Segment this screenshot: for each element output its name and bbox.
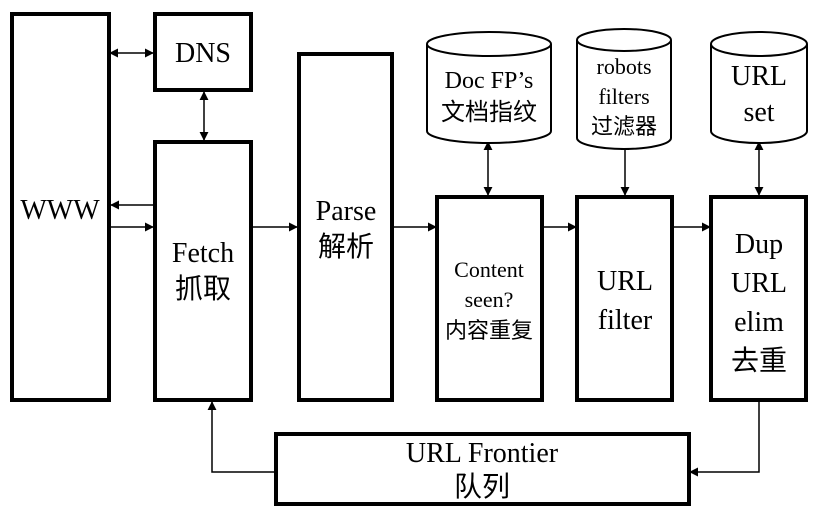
dup-url-elim-label-3: elim — [734, 307, 784, 338]
dup-to-frontier-arrow — [689, 402, 760, 477]
fetch-label-cn: 抓取 — [175, 273, 231, 305]
www-label: WWW — [20, 195, 100, 226]
dup-url-elim-box: Dup URL elim 去重 — [709, 195, 808, 402]
parse-box: Parse 解析 — [297, 52, 394, 402]
content-seen-label: Content — [454, 257, 524, 282]
www-box: WWW — [10, 12, 111, 402]
url-set-label: URL — [731, 61, 787, 92]
content-seen-box: Content seen? 内容重复 — [435, 195, 544, 402]
dup-url-elim-label-2: URL — [731, 268, 787, 299]
parse-label-cn: 解析 — [318, 231, 374, 263]
url-filter-label: URL — [597, 266, 653, 297]
crawler-architecture-diagram: WWW DNS Fetch 抓取 Parse 解析 Content seen? … — [10, 12, 808, 506]
dup-url-elim-label: Dup — [735, 229, 783, 260]
doc-fps-label-cn: 文档指纹 — [441, 99, 537, 126]
url-frontier-box: URL Frontier 队列 — [274, 432, 691, 506]
frontier-to-fetch-arrow — [207, 401, 274, 473]
url-filter-box: URL filter — [575, 195, 674, 402]
doc-fps-store: Doc FP’s 文档指纹 — [426, 31, 552, 144]
doc-fps-label: Doc FP’s — [445, 68, 534, 94]
content-seen-label-2: seen? — [465, 287, 514, 312]
dns-box: DNS — [153, 12, 253, 92]
robots-label-cn: 过滤器 — [591, 114, 657, 139]
fetch-box: Fetch 抓取 — [153, 140, 253, 402]
url-set-store: URL set — [710, 31, 808, 144]
robots-filters-store: robots filters 过滤器 — [576, 28, 672, 150]
parse-label: Parse — [316, 196, 377, 227]
robots-label: robots — [597, 54, 652, 79]
url-filter-label-2: filter — [598, 305, 653, 336]
dup-url-elim-label-cn: 去重 — [731, 345, 787, 377]
fetch-label: Fetch — [172, 238, 234, 269]
dns-label: DNS — [175, 38, 231, 69]
robots-label-2: filters — [598, 84, 649, 109]
diagram-canvas: WWW DNS Fetch 抓取 Parse 解析 Content seen? … — [0, 0, 817, 509]
url-frontier-label-cn: 队列 — [454, 471, 510, 503]
content-seen-label-cn: 内容重复 — [445, 318, 533, 343]
url-set-label-2: set — [743, 97, 774, 128]
url-frontier-label: URL Frontier — [406, 438, 559, 469]
